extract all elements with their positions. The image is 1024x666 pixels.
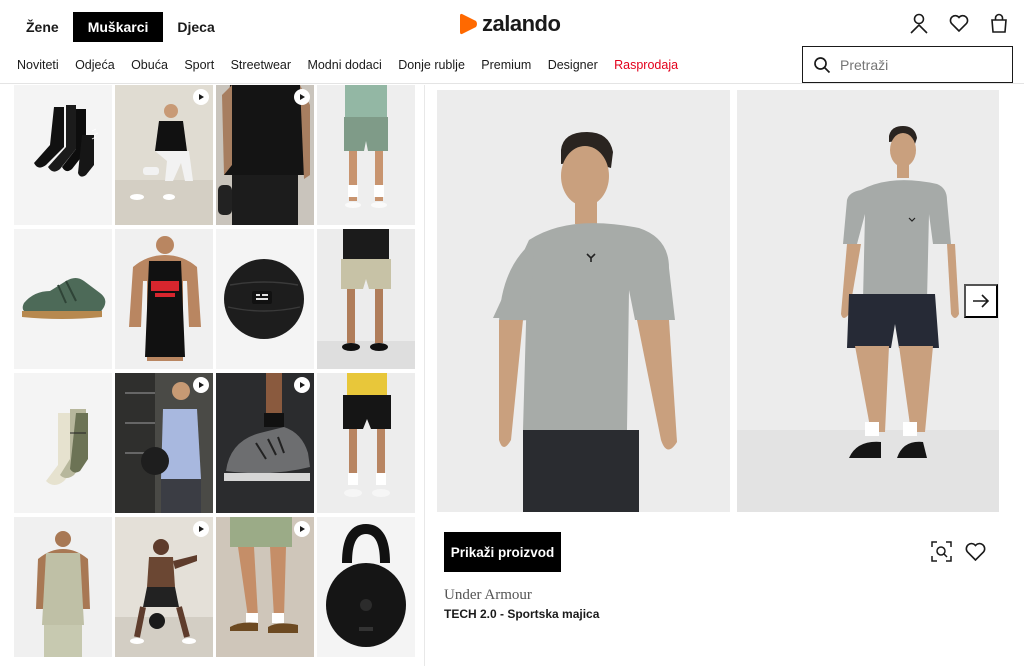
show-product-button[interactable]: Prikaži proizvod	[444, 532, 561, 572]
grid-tile[interactable]	[14, 517, 112, 657]
product-image-full[interactable]	[737, 90, 999, 512]
video-play-icon[interactable]	[294, 89, 310, 105]
slam-ball-image	[216, 229, 314, 369]
video-play-icon[interactable]	[193, 89, 209, 105]
kettlebell-image	[317, 517, 415, 657]
wishlist-heart-icon[interactable]	[964, 540, 987, 563]
grid-tile[interactable]	[317, 517, 415, 657]
visual-search-icon[interactable]	[930, 540, 953, 563]
beige-shorts-image	[317, 229, 415, 369]
category-nav: Noviteti Odjeća Obuća Sport Streetwear M…	[17, 58, 694, 72]
nav-item-modni-dodaci[interactable]: Modni dodaci	[307, 58, 381, 72]
video-play-icon[interactable]	[193, 377, 209, 393]
sport-socks-image	[14, 373, 112, 513]
green-shoe-image	[14, 229, 112, 369]
search-input[interactable]	[840, 56, 1000, 73]
zalando-logo[interactable]: zalando	[459, 11, 561, 37]
bag-icon[interactable]	[988, 12, 1010, 34]
grid-tile[interactable]	[317, 229, 415, 369]
nav-item-designer[interactable]: Designer	[548, 58, 598, 72]
nav-item-noviteti[interactable]: Noviteti	[17, 58, 59, 72]
panel-divider	[424, 85, 425, 666]
grid-tile[interactable]	[317, 373, 415, 513]
product-image-front[interactable]	[437, 90, 730, 512]
nav-item-odjeca[interactable]: Odjeća	[75, 58, 115, 72]
gender-tabs: Žene Muškarci Djeca	[14, 12, 227, 42]
tab-djeca[interactable]: Djeca	[165, 12, 226, 42]
header-divider	[0, 83, 1024, 84]
logo-mark-icon	[460, 13, 477, 35]
search-icon	[814, 56, 831, 73]
grid-tile[interactable]	[216, 229, 314, 369]
product-brand[interactable]: Under Armour	[444, 587, 532, 604]
nav-item-sport[interactable]: Sport	[184, 58, 214, 72]
product-name[interactable]: TECH 2.0 - Sportska majica	[444, 607, 599, 621]
next-image-button[interactable]	[964, 284, 998, 318]
arrow-right-icon	[973, 294, 990, 308]
grid-tile[interactable]	[317, 85, 415, 225]
kettlebell-workout-image	[115, 517, 213, 657]
grid-tile[interactable]	[216, 517, 314, 657]
tab-zene[interactable]: Žene	[14, 12, 71, 42]
nav-item-streetwear[interactable]: Streetwear	[231, 58, 291, 72]
nav-item-donje-rublje[interactable]: Donje rublje	[398, 58, 465, 72]
socks-image	[14, 85, 112, 225]
header-actions	[908, 12, 1010, 34]
user-icon[interactable]	[908, 12, 930, 34]
nav-item-obuca[interactable]: Obuća	[131, 58, 168, 72]
grid-tile[interactable]	[115, 229, 213, 369]
grid-tile[interactable]	[14, 373, 112, 513]
nav-item-rasprodaja[interactable]: Rasprodaja	[614, 58, 678, 72]
tank-top-model-image	[115, 229, 213, 369]
grid-tile[interactable]	[216, 373, 314, 513]
green-shorts-image	[317, 85, 415, 225]
black-shorts-image	[317, 373, 415, 513]
grid-tile[interactable]	[14, 229, 112, 369]
logo-text: zalando	[482, 11, 561, 36]
search-box[interactable]	[802, 46, 1013, 83]
model-black-tee-image	[115, 85, 213, 225]
product-grid	[14, 85, 415, 657]
sleeveless-top-model-image	[14, 517, 112, 657]
grid-tile[interactable]	[216, 85, 314, 225]
black-tee-closeup-image	[216, 85, 314, 225]
grid-tile[interactable]	[14, 85, 112, 225]
video-play-icon[interactable]	[294, 521, 310, 537]
medicine-ball-workout-image	[115, 373, 213, 513]
heart-icon[interactable]	[948, 12, 970, 34]
grid-tile[interactable]	[115, 373, 213, 513]
product-actions	[930, 540, 987, 563]
grid-tile[interactable]	[115, 85, 213, 225]
nav-item-premium[interactable]: Premium	[481, 58, 531, 72]
video-play-icon[interactable]	[294, 377, 310, 393]
grid-tile[interactable]	[115, 517, 213, 657]
tab-muskarci[interactable]: Muškarci	[72, 12, 164, 42]
shoe-on-floor-image	[216, 373, 314, 513]
video-play-icon[interactable]	[193, 521, 209, 537]
legs-sneakers-image	[216, 517, 314, 657]
